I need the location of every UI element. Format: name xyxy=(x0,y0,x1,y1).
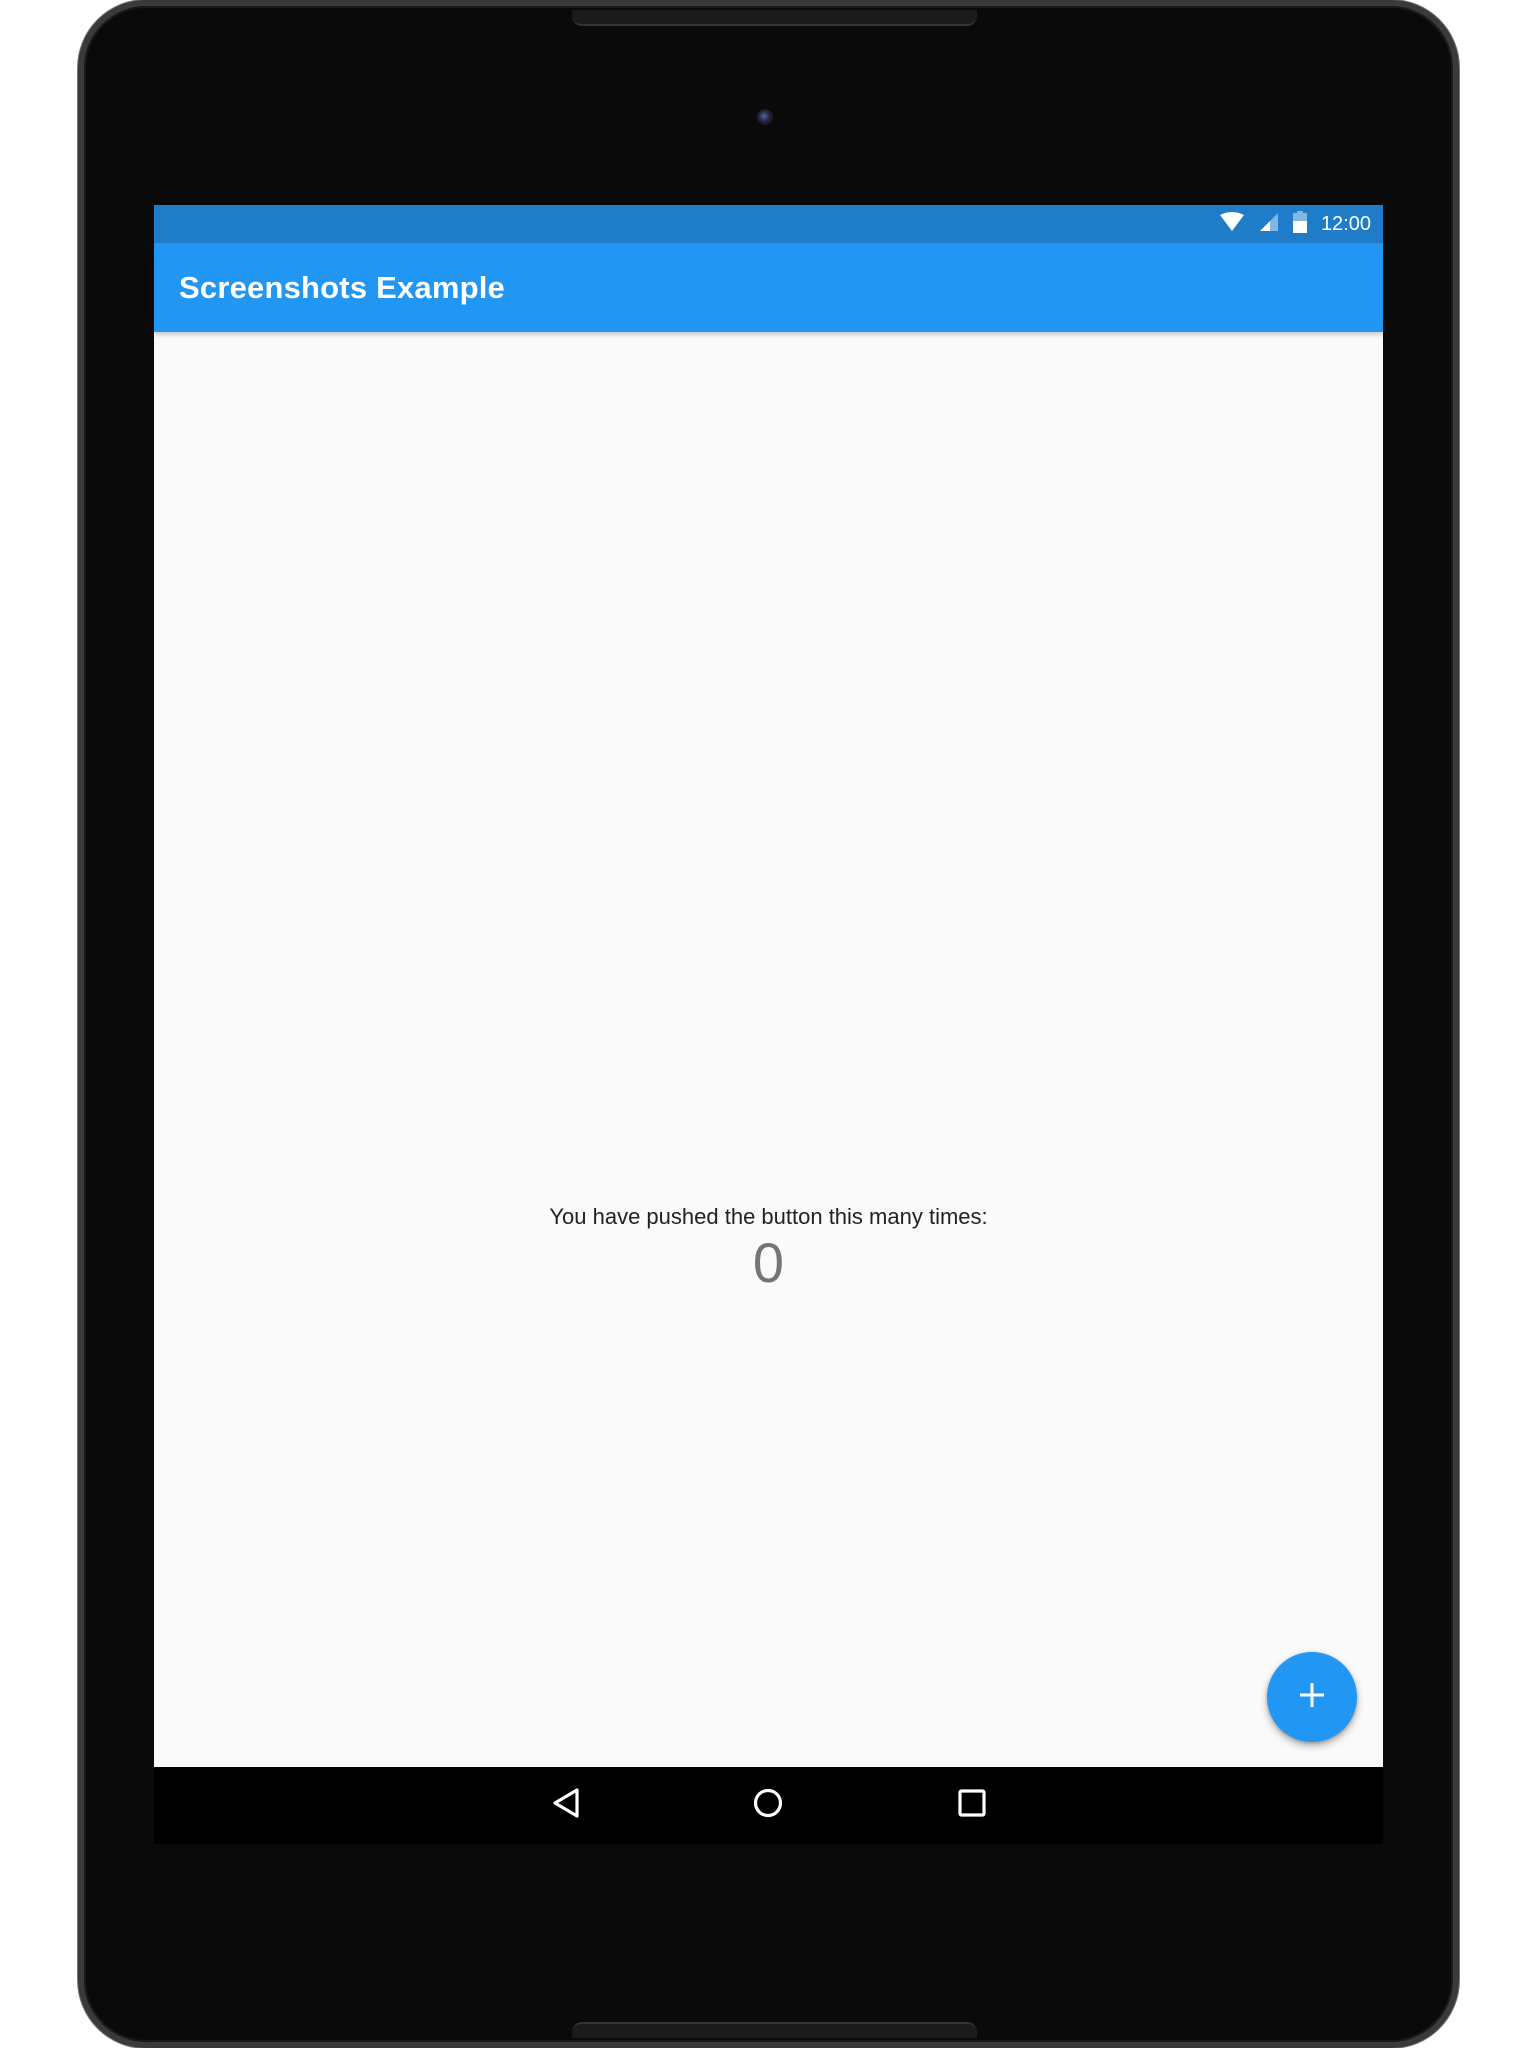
main-content: You have pushed the button this many tim… xyxy=(154,332,1383,1772)
wifi-icon xyxy=(1219,211,1245,237)
app-bar: Screenshots Example xyxy=(154,243,1383,332)
bottom-speaker xyxy=(572,2022,977,2038)
status-icons: 12:00 xyxy=(1219,205,1371,243)
top-speaker xyxy=(572,10,977,26)
battery-icon xyxy=(1292,210,1307,238)
recents-button[interactable] xyxy=(932,1767,1012,1844)
counter-value: 0 xyxy=(752,1231,785,1294)
back-button[interactable] xyxy=(526,1767,606,1844)
device-screen: 12:00 Screenshots Example You have pushe… xyxy=(154,205,1383,1844)
back-icon xyxy=(551,1787,581,1824)
home-button[interactable] xyxy=(728,1767,808,1844)
cell-signal-icon xyxy=(1259,212,1279,237)
plus-icon xyxy=(1298,1681,1326,1714)
status-time: 12:00 xyxy=(1320,213,1371,235)
app-title: Screenshots Example xyxy=(179,270,506,305)
increment-button[interactable] xyxy=(1267,1652,1357,1742)
status-bar: 12:00 xyxy=(154,205,1383,243)
home-icon xyxy=(752,1787,784,1824)
recents-icon xyxy=(957,1788,987,1823)
counter-message: You have pushed the button this many tim… xyxy=(549,1204,988,1229)
front-camera-icon xyxy=(757,109,773,125)
navigation-bar xyxy=(154,1767,1383,1844)
